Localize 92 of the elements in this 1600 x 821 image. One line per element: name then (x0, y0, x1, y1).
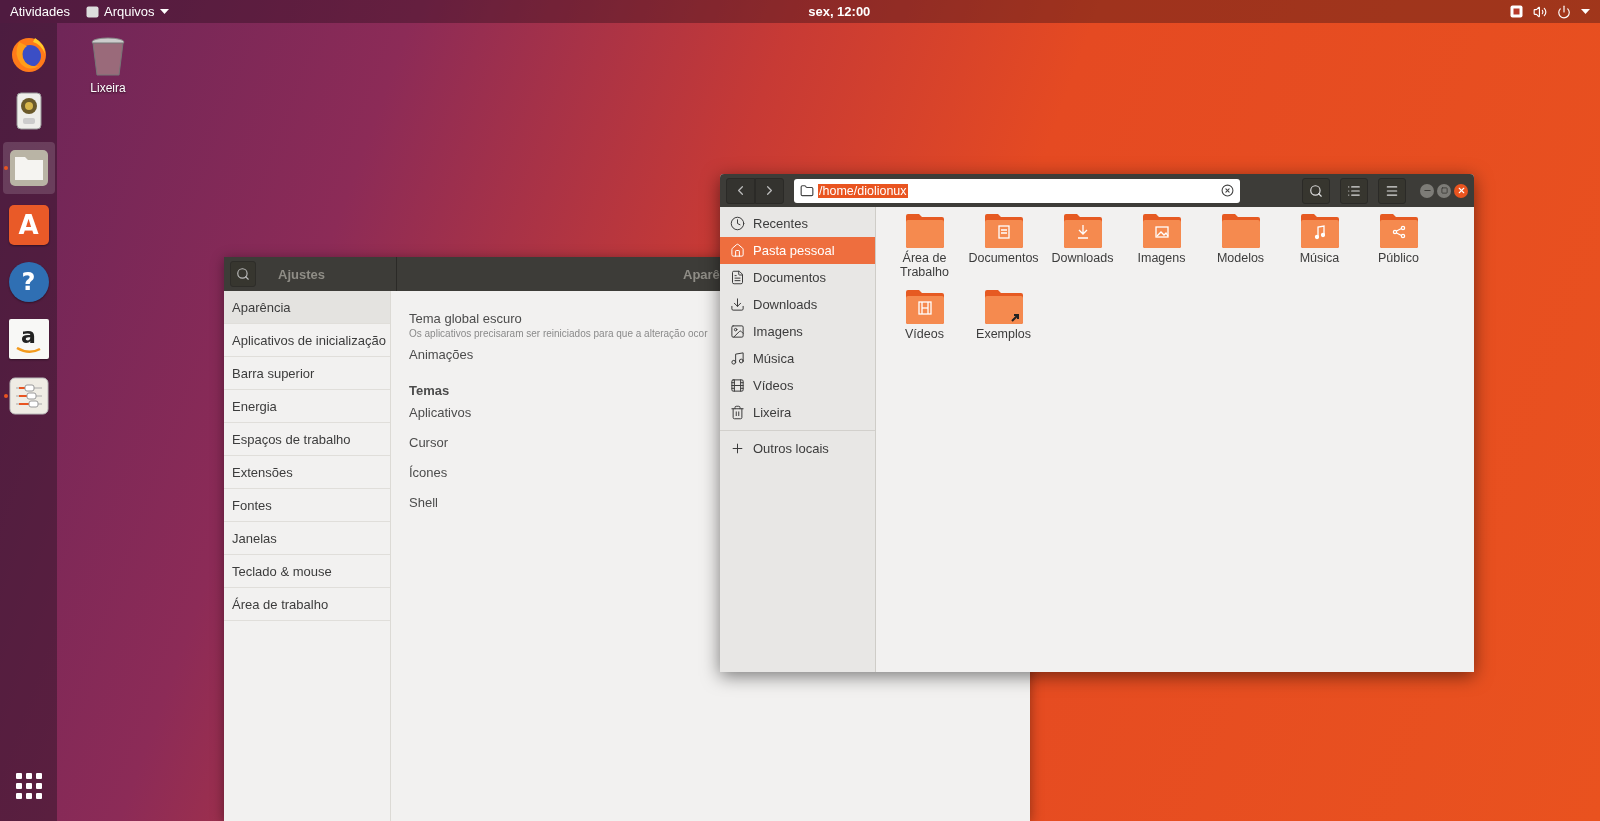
download-icon (730, 297, 745, 312)
plus-icon (730, 441, 745, 456)
sidebar-item[interactable]: Lixeira (720, 399, 875, 426)
music-icon (730, 351, 745, 366)
sidebar-item[interactable]: Janelas (224, 522, 390, 555)
folder-label: Exemplos (975, 327, 1032, 341)
image-icon (730, 324, 745, 339)
folder-label: Público (1377, 251, 1420, 265)
menu-icon (1385, 183, 1399, 198)
volume-icon[interactable] (1533, 4, 1547, 19)
sidebar-item[interactable]: Aparência (224, 291, 390, 324)
folder-label: Área de Trabalho (899, 251, 950, 279)
folder-icon[interactable] (1299, 213, 1340, 249)
trash-icon (730, 405, 745, 420)
sidebar-item[interactable]: Energia (224, 390, 390, 423)
sidebar-item[interactable]: Recentes (720, 210, 875, 237)
folder-icon[interactable] (1141, 213, 1182, 249)
desktop-icon-label: Lixeira (90, 81, 126, 95)
sidebar-item[interactable]: Barra superior (224, 357, 390, 390)
document-icon (730, 270, 745, 285)
close-button[interactable] (1454, 183, 1468, 198)
forward-button[interactable] (755, 177, 784, 204)
folder-icon[interactable] (983, 213, 1024, 249)
caret-icon (159, 9, 169, 14)
folder-label: Música (1298, 251, 1341, 265)
sidebar-item[interactable]: Espaços de trabalho (224, 423, 390, 456)
app-grid-icon[interactable] (15, 773, 42, 799)
folder-icon[interactable] (904, 213, 945, 249)
clock[interactable]: sex, 12:00 (808, 4, 871, 19)
sliders-icon (8, 377, 49, 415)
home-icon (730, 243, 745, 258)
setting-label: Aplicativos (409, 405, 472, 420)
dock-item[interactable]: ? (2, 256, 55, 308)
menu-button[interactable] (1378, 177, 1406, 204)
section-heading: Temas (409, 383, 450, 398)
folder-label: Modelos (1215, 251, 1266, 265)
amazon-icon: a (8, 319, 49, 359)
folder-icon[interactable] (1378, 213, 1419, 249)
search-icon (1309, 183, 1323, 198)
close-icon (1456, 186, 1466, 195)
sidebar-item[interactable]: Extensões (224, 456, 390, 489)
power-icon[interactable] (1557, 4, 1571, 19)
search-button[interactable] (230, 261, 256, 287)
help-icon: ? (8, 262, 49, 302)
sidebar-item[interactable]: Outros locais (720, 435, 875, 462)
film-icon (730, 378, 745, 393)
window-title: Ajustes (278, 266, 325, 282)
folder-icon (8, 149, 49, 187)
clear-icon[interactable] (1221, 184, 1234, 197)
search-icon (236, 267, 250, 281)
folder-icon[interactable] (983, 289, 1024, 325)
sidebar-item[interactable]: Imagens (720, 318, 875, 345)
trash-icon[interactable] (90, 37, 126, 77)
app-menu[interactable]: Arquivos (86, 4, 169, 19)
dock-item[interactable] (2, 142, 55, 194)
folder-icon[interactable] (904, 289, 945, 325)
sidebar-item[interactable]: Downloads (720, 291, 875, 318)
list-icon (1347, 183, 1361, 198)
minimize-button[interactable] (1420, 183, 1434, 198)
back-button[interactable] (726, 177, 755, 204)
software-icon: A (8, 205, 49, 245)
sidebar-item[interactable]: Vídeos (720, 372, 875, 399)
folder-icon (800, 183, 814, 198)
page-title: Aparê (683, 266, 720, 282)
setting-label: Cursor (409, 435, 448, 450)
clock-icon (730, 216, 745, 231)
list-view-button[interactable] (1340, 177, 1368, 204)
folder-icon[interactable] (1220, 213, 1261, 249)
search-button[interactable] (1302, 177, 1330, 204)
setting-description: Os aplicativos precisaram ser reiniciados para que a alteração ocor (409, 328, 708, 339)
dock-item[interactable]: a (2, 313, 55, 365)
setting-label: Animações (409, 347, 474, 362)
sidebar-item[interactable]: Área de trabalho (224, 588, 390, 621)
caret-icon[interactable] (1581, 9, 1590, 14)
window-icon (86, 5, 99, 18)
sidebar-item[interactable]: Aplicativos de inicialização (224, 324, 390, 357)
folder-label: Imagens (1136, 251, 1187, 265)
dock-item[interactable]: A (2, 199, 55, 251)
setting-label: Ícones (409, 465, 448, 480)
setting-label: Shell (409, 495, 438, 510)
folder-label: Downloads (1050, 251, 1115, 265)
path-field[interactable]: /home/diolionux (794, 178, 1240, 203)
sidebar-item[interactable]: Fontes (224, 489, 390, 522)
folder-label: Documentos (967, 251, 1040, 265)
sidebar-item[interactable]: Teclado & mouse (224, 555, 390, 588)
screen-icon[interactable] (1510, 5, 1523, 18)
folder-icon[interactable] (1062, 213, 1103, 249)
sidebar-item[interactable]: Documentos (720, 264, 875, 291)
folder-label: Vídeos (904, 327, 945, 341)
setting-label: Tema global escuro (409, 311, 522, 326)
sidebar-item[interactable]: Música (720, 345, 875, 372)
activities-button[interactable]: Atividades (10, 4, 70, 19)
